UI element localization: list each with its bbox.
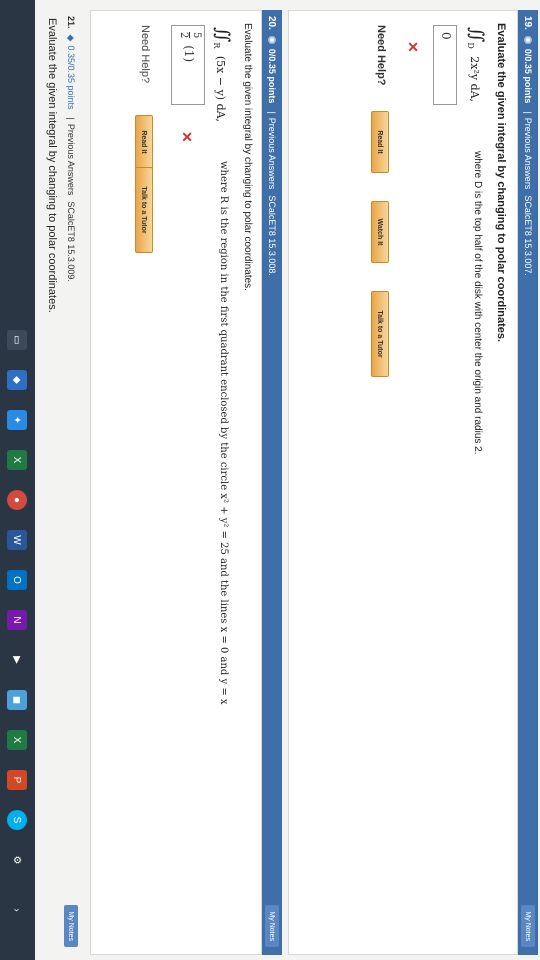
- q20-read-it-button[interactable]: Read It: [135, 115, 153, 169]
- q19-read-it-button[interactable]: Read It: [371, 111, 389, 173]
- q21-number: 21.: [66, 16, 76, 29]
- q19-integral: ∬D 2x²y dA,: [466, 27, 487, 102]
- task-view-icon[interactable]: ▭: [7, 330, 27, 350]
- q19-prompt: Evaluate the given integral by changing …: [495, 23, 507, 343]
- q19-previous-answers-link[interactable]: Previous Answers: [523, 118, 533, 190]
- q19-body: Evaluate the given integral by changing …: [288, 10, 518, 955]
- q19-talk-to-tutor-button[interactable]: Talk to a Tutor: [371, 291, 389, 377]
- app-icon[interactable]: ◼: [7, 690, 27, 710]
- integral-sign: ∬: [212, 27, 233, 43]
- separator: |: [523, 111, 533, 114]
- q21-previous-answers-link[interactable]: Previous Answers: [66, 124, 76, 196]
- powerpoint-icon[interactable]: P: [7, 770, 27, 790]
- q20-body: Evaluate the given integral by changing …: [90, 10, 262, 955]
- q20-header: 20. 0/0.35 points | Previous Answers SCa…: [262, 10, 282, 955]
- status-icon: [268, 35, 276, 44]
- outlook-icon[interactable]: O: [7, 570, 27, 590]
- integral-subscript: D: [465, 42, 475, 49]
- q20-integral: ∬R (5x − y) dA,: [212, 27, 233, 122]
- excel-icon[interactable]: X: [7, 730, 27, 750]
- q19-incorrect-icon: ✕: [405, 41, 421, 53]
- q19-number: 19.: [522, 16, 534, 30]
- chevron-right-icon[interactable]: ›: [7, 900, 27, 920]
- integrand: (5x − y) dA,: [214, 55, 227, 123]
- q20-previous-answers-link[interactable]: Previous Answers: [267, 118, 277, 190]
- taskbar: ▭ ◆ ✦ X ● W O N ▶ ◼ X P S ⚙ ›: [0, 0, 35, 960]
- answer-rest: (1): [182, 45, 197, 63]
- integral-subscript: R: [211, 42, 221, 49]
- q21-my-notes-button[interactable]: My Notes: [64, 905, 78, 947]
- q19-need-help: Need Help?: [375, 25, 387, 86]
- integrand: 2x²y dA,: [468, 56, 481, 103]
- q20-my-notes-button[interactable]: My Notes: [265, 905, 279, 947]
- word-icon[interactable]: W: [7, 530, 27, 550]
- q19-points: 0/0.35 points: [523, 48, 533, 104]
- q20-need-help: Need Help?: [139, 25, 151, 84]
- fraction-numerator: 5: [189, 32, 202, 39]
- store-icon[interactable]: ◆: [7, 370, 27, 390]
- q21-prompt: Evaluate the given integral by changing …: [46, 18, 58, 313]
- skype-icon[interactable]: S: [7, 810, 27, 830]
- correct-icon: ◆: [66, 34, 77, 42]
- chrome-icon[interactable]: ●: [7, 490, 27, 510]
- q19-condition: where D is the top half of the disk with…: [472, 151, 483, 455]
- q20-incorrect-icon: ✕: [179, 131, 195, 143]
- fraction-denominator: 2: [178, 32, 189, 39]
- status-icon: [524, 35, 532, 44]
- dropbox-icon[interactable]: ✦: [7, 410, 27, 430]
- screen: 19. 0/0.35 points | Previous Answers SCa…: [0, 0, 540, 960]
- q20-points: 0/0.35 points: [267, 48, 277, 104]
- settings-icon[interactable]: ⚙: [7, 850, 27, 870]
- q20-code: SCalcET8 15.3.008.: [267, 195, 277, 276]
- onenote-icon[interactable]: N: [7, 610, 27, 630]
- q20-prompt: Evaluate the given integral by changing …: [242, 23, 253, 291]
- q21-points: 0.35/0.35 points: [66, 45, 76, 110]
- integral-sign: ∬: [466, 27, 487, 43]
- q19-answer-field[interactable]: 0: [433, 25, 457, 105]
- separator: |: [66, 117, 76, 120]
- separator: |: [267, 111, 277, 114]
- q19-code: SCalcET8 15.3.007.: [523, 195, 533, 276]
- q20-number: 20.: [266, 16, 278, 30]
- play-icon[interactable]: ▶: [7, 650, 27, 670]
- q19-header: 19. 0/0.35 points | Previous Answers SCa…: [518, 10, 538, 955]
- q20-answer-field[interactable]: 5 2 (1): [171, 25, 205, 105]
- q21-code: SCalcET8 15.3.009.: [66, 201, 76, 282]
- q21-header: 21. ◆ 0.35/0.35 points | Previous Answer…: [62, 10, 80, 955]
- q19-watch-it-button[interactable]: Watch It: [371, 201, 389, 263]
- q20-condition: where R is the region in the first quadr…: [218, 161, 229, 705]
- excel-icon[interactable]: X: [7, 450, 27, 470]
- q19-my-notes-button[interactable]: My Notes: [521, 905, 535, 947]
- q20-talk-to-tutor-button[interactable]: Talk to a Tutor: [135, 167, 153, 253]
